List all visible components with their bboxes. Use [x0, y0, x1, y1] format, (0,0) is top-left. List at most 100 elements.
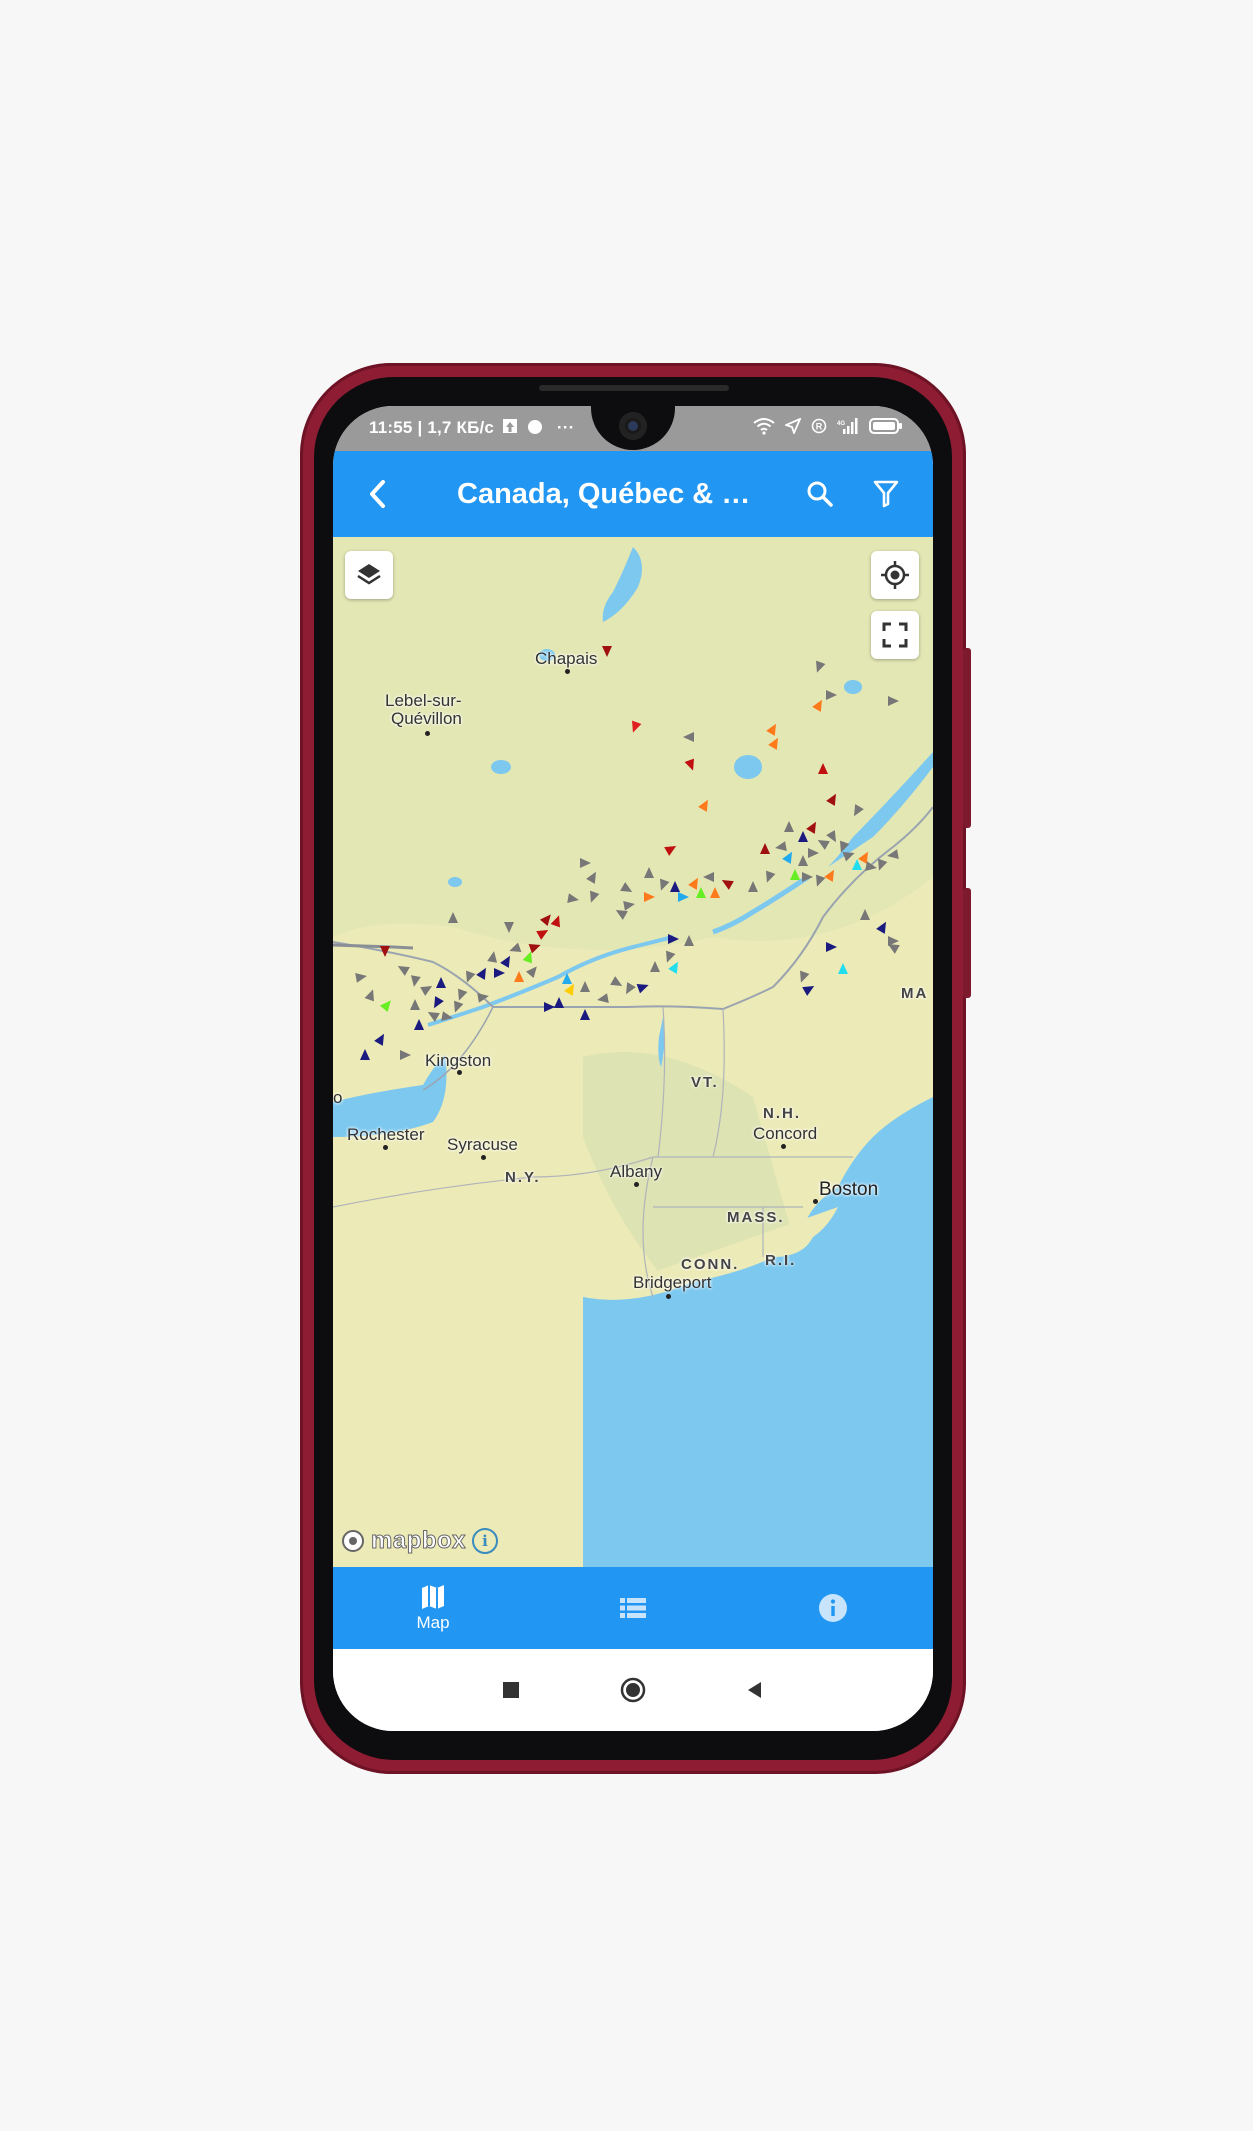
vessel-marker[interactable]: [360, 1049, 370, 1060]
search-button[interactable]: [799, 473, 841, 515]
vessel-marker[interactable]: [410, 999, 420, 1010]
system-back-button[interactable]: [738, 1673, 772, 1707]
vessel-marker[interactable]: [852, 859, 862, 870]
vessel-marker[interactable]: [620, 882, 635, 896]
vessel-marker[interactable]: [782, 849, 796, 864]
nav-tab-map[interactable]: Map: [333, 1567, 533, 1649]
vessel-marker[interactable]: [812, 697, 826, 712]
mapbox-attribution[interactable]: mapbox i: [341, 1527, 499, 1555]
vessel-marker[interactable]: [670, 881, 680, 892]
vessel-marker[interactable]: [414, 1019, 424, 1030]
vessel-marker[interactable]: [477, 991, 490, 1003]
vessel-marker[interactable]: [766, 721, 780, 736]
vessel-marker[interactable]: [850, 804, 864, 819]
vessel-marker[interactable]: [554, 997, 564, 1008]
vessel-marker[interactable]: [798, 855, 808, 866]
vessel-marker[interactable]: [818, 763, 828, 774]
vessel-marker[interactable]: [802, 872, 813, 882]
vessel-marker[interactable]: [364, 988, 378, 1002]
vessel-marker[interactable]: [395, 962, 410, 976]
vessel-marker[interactable]: [798, 831, 808, 842]
vessel-marker[interactable]: [448, 912, 458, 923]
vessel-marker[interactable]: [838, 963, 848, 974]
vessel-marker[interactable]: [487, 950, 499, 963]
vessel-marker[interactable]: [580, 981, 590, 992]
vessel-marker[interactable]: [644, 892, 655, 902]
vessel-marker[interactable]: [824, 867, 838, 882]
vessel-marker[interactable]: [768, 735, 782, 750]
vessel-marker[interactable]: [886, 849, 899, 861]
vessel-marker[interactable]: [586, 869, 600, 884]
vessel-marker[interactable]: [400, 1050, 411, 1060]
vessel-marker[interactable]: [374, 1031, 388, 1046]
vessel-marker[interactable]: [450, 1000, 464, 1015]
vessel-marker[interactable]: [874, 858, 888, 873]
vessel-marker[interactable]: [623, 899, 636, 911]
vessel-marker[interactable]: [826, 942, 837, 952]
vessel-marker[interactable]: [430, 996, 444, 1011]
vessel-marker[interactable]: [678, 892, 689, 902]
recents-button[interactable]: [494, 1673, 528, 1707]
home-button[interactable]: [616, 1673, 650, 1707]
vessel-marker[interactable]: [684, 935, 694, 946]
vessel-marker[interactable]: [668, 934, 679, 944]
vessel-marker[interactable]: [544, 1002, 555, 1012]
vessel-marker[interactable]: [826, 690, 837, 700]
vessel-marker[interactable]: [826, 791, 840, 806]
vessel-marker[interactable]: [636, 980, 651, 994]
vessel-marker[interactable]: [500, 953, 514, 968]
vessel-marker[interactable]: [784, 821, 794, 832]
vessel-marker[interactable]: [806, 819, 820, 834]
vessel-marker[interactable]: [436, 977, 446, 988]
vessel-marker[interactable]: [454, 988, 468, 1003]
map-view[interactable]: Chapais Lebel-sur- Quévillon Kingston Ro…: [333, 537, 933, 1567]
vessel-marker[interactable]: [668, 959, 682, 974]
vessel-marker[interactable]: [441, 1011, 454, 1023]
vessel-marker[interactable]: [504, 922, 514, 933]
my-location-button[interactable]: [871, 551, 919, 599]
vessel-marker[interactable]: [580, 858, 591, 868]
vessel-marker[interactable]: [703, 872, 714, 882]
back-button[interactable]: [355, 471, 401, 517]
vessel-marker[interactable]: [550, 914, 564, 928]
vessel-marker[interactable]: [528, 940, 543, 954]
vessel-marker[interactable]: [567, 893, 580, 905]
vessel-marker[interactable]: [525, 963, 541, 979]
vessel-marker[interactable]: [494, 968, 505, 978]
vessel-marker[interactable]: [865, 861, 878, 873]
vessel-marker[interactable]: [409, 975, 421, 988]
vessel-marker[interactable]: [380, 946, 390, 957]
vessel-marker[interactable]: [622, 982, 636, 997]
vessel-marker[interactable]: [662, 950, 676, 965]
vessel-marker[interactable]: [683, 732, 694, 742]
vessel-marker[interactable]: [355, 971, 368, 983]
vessel-marker[interactable]: [815, 836, 830, 850]
vessel-marker[interactable]: [812, 660, 826, 675]
vessel-marker[interactable]: [760, 843, 770, 854]
vessel-marker[interactable]: [762, 870, 776, 885]
vessel-marker[interactable]: [684, 758, 698, 773]
layers-button[interactable]: [345, 551, 393, 599]
vessel-marker[interactable]: [688, 875, 702, 890]
vessel-marker[interactable]: [586, 890, 600, 905]
vessel-marker[interactable]: [596, 993, 609, 1005]
vessel-marker[interactable]: [842, 848, 857, 862]
vessel-marker[interactable]: [628, 720, 642, 735]
vessel-marker[interactable]: [580, 1009, 590, 1020]
vessel-marker[interactable]: [610, 976, 625, 990]
attribution-info-icon[interactable]: i: [472, 1528, 499, 1554]
nav-tab-info[interactable]: [733, 1567, 933, 1649]
vessel-marker[interactable]: [802, 982, 817, 996]
vessel-marker[interactable]: [812, 874, 826, 889]
vessel-marker[interactable]: [602, 646, 612, 657]
vessel-marker[interactable]: [420, 982, 435, 996]
vessel-marker[interactable]: [696, 887, 706, 898]
vessel-marker[interactable]: [522, 950, 536, 964]
vessel-marker[interactable]: [710, 887, 720, 898]
vessel-marker[interactable]: [514, 971, 524, 982]
vessel-marker[interactable]: [650, 961, 660, 972]
nav-tab-list[interactable]: [533, 1567, 733, 1649]
vessel-marker[interactable]: [888, 696, 899, 706]
vessel-marker[interactable]: [644, 867, 654, 878]
vessel-marker[interactable]: [796, 970, 810, 985]
